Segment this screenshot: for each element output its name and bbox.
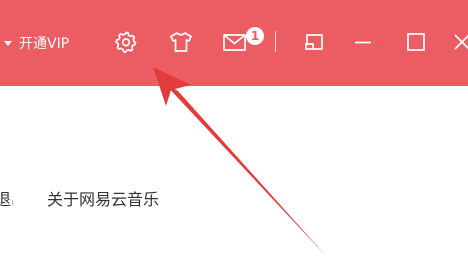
mini-mode-button[interactable] (302, 31, 326, 53)
menu-item-partial[interactable]: 退出 (0, 186, 13, 210)
close-button[interactable] (452, 31, 468, 53)
messages-button[interactable] (221, 30, 249, 54)
skin-button[interactable] (167, 29, 195, 55)
title-bar: 开通VIP 1 (0, 0, 468, 86)
gear-icon (115, 31, 137, 53)
minimize-icon (355, 41, 371, 44)
maximize-icon (407, 33, 425, 51)
open-vip-label: 开通VIP (19, 36, 70, 52)
caret-down-icon (4, 41, 12, 46)
settings-button[interactable] (113, 29, 139, 55)
menu-item-about[interactable]: 关于网易云音乐 (47, 186, 159, 210)
title-divider (275, 31, 276, 52)
dropdown-menu-row: 退出 关于网易云音乐 (0, 180, 468, 210)
minimize-button[interactable] (351, 31, 375, 53)
mail-icon (223, 34, 246, 51)
app-screen: 开通VIP 1 退 关于网易云音乐 (0, 0, 468, 280)
tshirt-icon (170, 32, 192, 52)
close-icon (454, 34, 468, 50)
mini-player-icon (305, 34, 323, 50)
maximize-button[interactable] (404, 31, 428, 53)
open-vip-button[interactable]: 开通VIP (4, 32, 69, 54)
message-count-badge: 1 (246, 27, 264, 45)
